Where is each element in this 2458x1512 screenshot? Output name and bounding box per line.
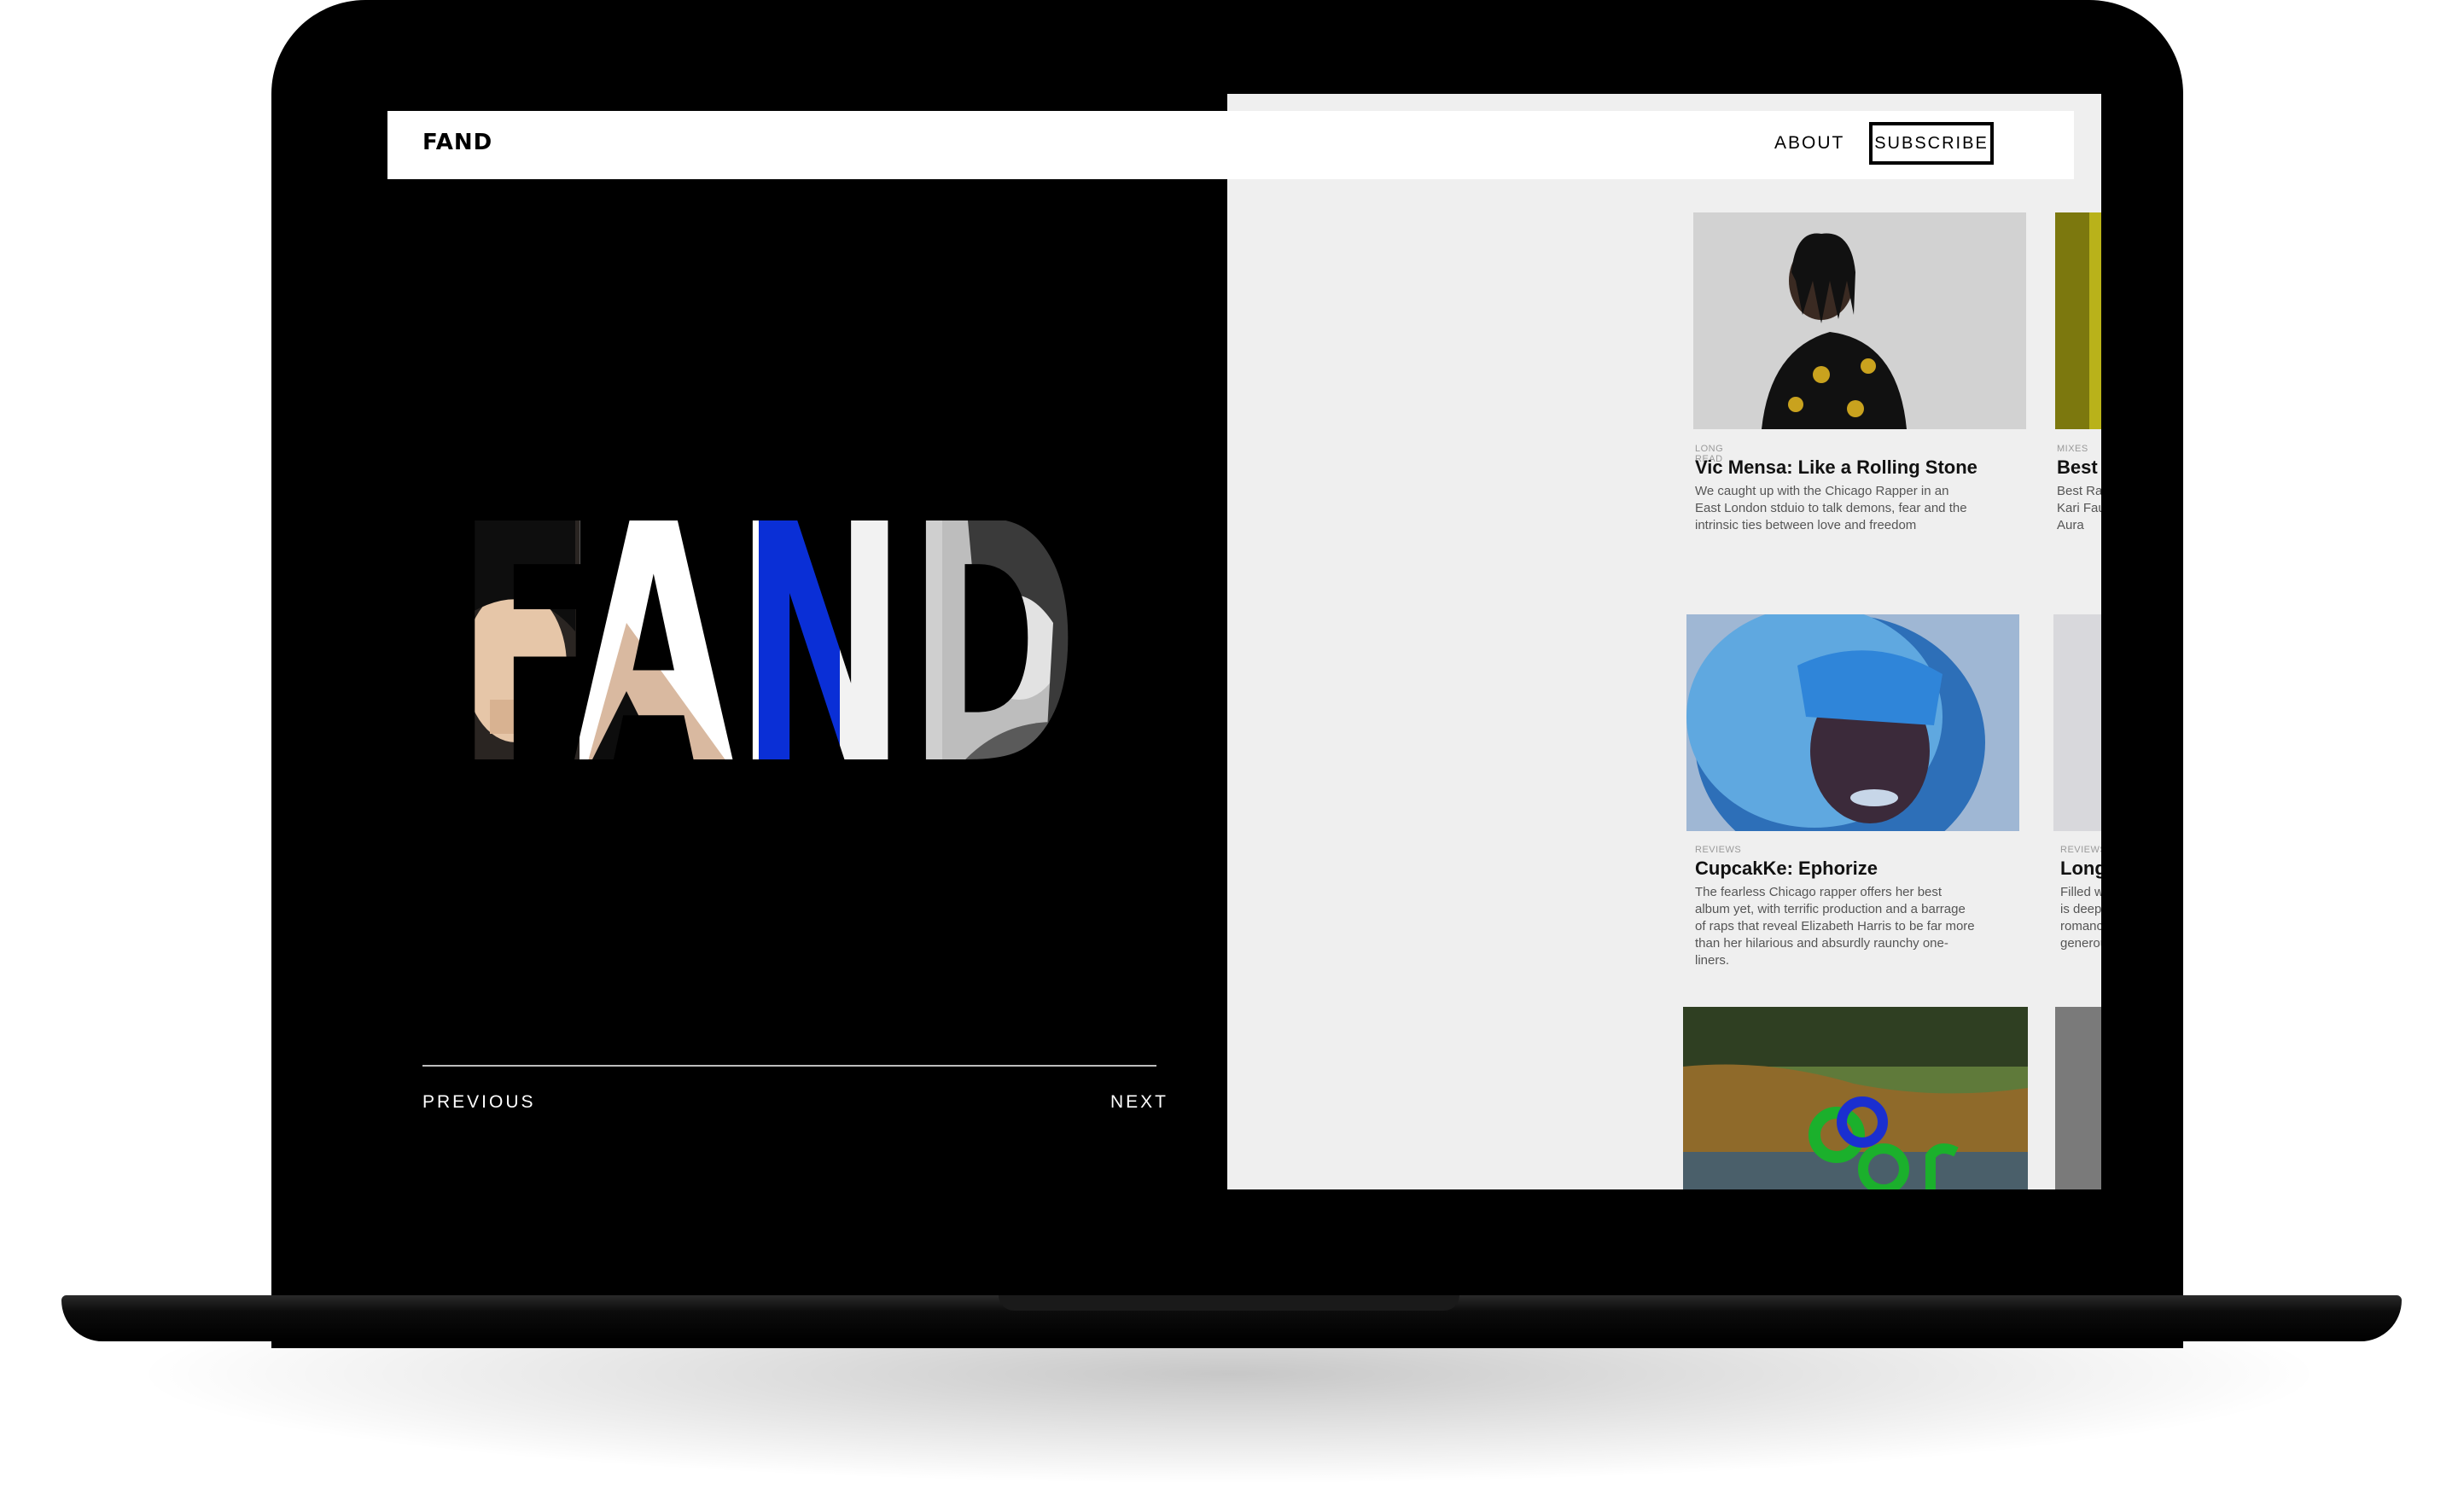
article-category: REVIEWS [1695, 845, 1742, 855]
previous-button[interactable]: PREVIOUS [422, 1092, 536, 1113]
article-description: The fearless Chicago rapper offers her b… [1695, 885, 1975, 968]
subscribe-button[interactable]: SUBSCRIBE [1869, 122, 1994, 165]
article-category: MIXES [2057, 444, 2088, 454]
pager-divider [422, 1065, 1156, 1067]
article-title[interactable]: Best of the week [2057, 457, 2101, 479]
nav-about-link[interactable]: ABOUT [1774, 133, 1844, 154]
article-description: Filled with flute and birdsong, Björk's … [2060, 885, 2101, 951]
hero-logo-graphic: FAND [456, 516, 1087, 776]
article-image[interactable] [1693, 212, 2026, 429]
site-logo[interactable]: FAND [422, 130, 492, 155]
article-description: Best Rap Songs of the Week From Tisakore… [2057, 484, 2101, 532]
article-image[interactable] [2053, 614, 2101, 831]
top-nav-bar: FAND ABOUT SUBSCRIBE [387, 111, 2074, 179]
article-image[interactable] [2055, 1007, 2101, 1189]
article-panel: LONG READ Vic Mensa: Like a Rolling Ston… [1227, 94, 2101, 1189]
article-image[interactable] [2055, 212, 2101, 429]
laptop-notch [999, 1295, 1459, 1311]
article-image[interactable] [1683, 1007, 2028, 1189]
article-title[interactable]: Vic Mensa: Like a Rolling Stone [1695, 457, 1977, 479]
next-button[interactable]: NEXT [1110, 1092, 1168, 1113]
article-category: REVIEWS [2060, 845, 2101, 855]
article-title[interactable]: Long read [2060, 858, 2101, 880]
article-title[interactable]: CupcakKe: Ephorize [1695, 858, 1878, 880]
article-description: We caught up with the Chicago Rapper in … [1695, 484, 1967, 532]
screen: LONG READ Vic Mensa: Like a Rolling Ston… [387, 94, 2101, 1189]
article-image[interactable] [1686, 614, 2019, 831]
